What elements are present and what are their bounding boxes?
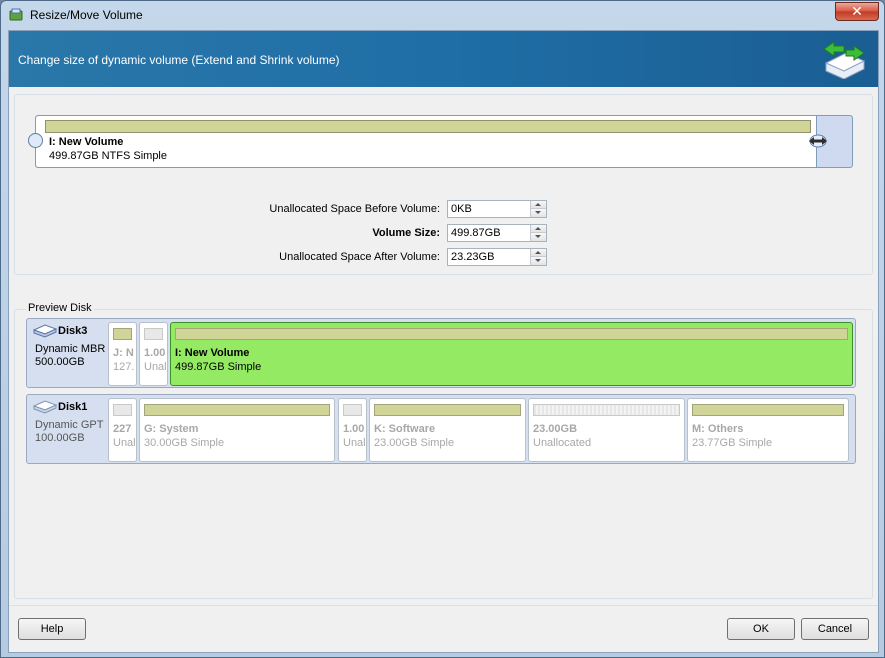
disk-name: Disk3 <box>58 325 88 337</box>
partition-unallocated[interactable]: 1.00 Unal <box>338 398 367 462</box>
partition-info: Unal <box>343 437 366 449</box>
volume-info: 499.87GB NTFS Simple <box>49 150 167 162</box>
volume-size-spin-buttons[interactable] <box>530 225 546 241</box>
volume-size-spinner[interactable] <box>447 224 547 242</box>
partition-info: Unallocated <box>533 437 592 449</box>
spin-down-icon[interactable] <box>531 257 546 265</box>
volume-size-label: Volume Size: <box>372 227 440 239</box>
app-icon <box>9 8 23 21</box>
partition-name: 227 <box>113 423 132 435</box>
partition-usage-bar <box>144 404 330 416</box>
spin-up-icon[interactable] <box>531 201 546 209</box>
partition-k-software[interactable]: K: Software 23.00GB Simple <box>369 398 526 462</box>
after-space-spin-buttons[interactable] <box>530 249 546 265</box>
title-bar[interactable]: Resize/Move Volume ✕ <box>1 1 884 29</box>
volume-size-input[interactable] <box>448 225 530 241</box>
partition-unallocated[interactable]: 23.00GB Unallocated <box>528 398 685 462</box>
volume-name: I: New Volume <box>49 136 124 148</box>
disk-row-disk3[interactable]: Disk3 Dynamic MBR 500.00GB J: N 127. 1.0… <box>26 318 856 388</box>
partition-usage-bar <box>175 328 848 340</box>
partition-name: K: Software <box>374 423 436 435</box>
volume-block[interactable]: I: New Volume 499.87GB NTFS Simple <box>36 116 827 167</box>
partition-info: Unal <box>113 437 136 449</box>
volume-resize-control[interactable]: I: New Volume 499.87GB NTFS Simple <box>28 115 853 168</box>
hard-disk-icon <box>33 324 57 338</box>
partition-i-new-volume[interactable]: I: New Volume 499.87GB Simple <box>170 322 853 386</box>
partition-name: J: N <box>113 347 134 359</box>
window-title: Resize/Move Volume <box>30 8 143 22</box>
resize-move-dialog: Resize/Move Volume ✕ Change size of dyna… <box>0 0 885 658</box>
disk-info: Disk1 Dynamic GPT 100.00GB <box>27 395 107 463</box>
footer-divider <box>9 605 878 606</box>
preview-disk-label: Preview Disk <box>26 302 94 314</box>
resize-arrows-icon <box>823 41 866 79</box>
partition-name: M: Others <box>692 423 744 435</box>
partition-name: 1.00 <box>343 423 365 435</box>
disk-name: Disk1 <box>58 401 88 413</box>
partition-info: 23.00GB Simple <box>374 437 455 449</box>
volume-usage-bar <box>45 120 811 133</box>
partition-g-system[interactable]: G: System 30.00GB Simple <box>139 398 335 462</box>
partition-usage-bar <box>533 404 680 416</box>
partition-usage-bar <box>144 328 163 340</box>
ok-button[interactable]: OK <box>727 618 795 640</box>
before-space-spinner[interactable] <box>447 200 547 218</box>
partition-name: 23.00GB <box>533 423 578 435</box>
partition-unallocated[interactable]: 1.00 Unal <box>139 322 168 386</box>
spin-up-icon[interactable] <box>531 249 546 257</box>
help-button[interactable]: Help <box>18 618 86 640</box>
after-space-input[interactable] <box>448 249 530 265</box>
partition-name: I: New Volume <box>175 347 250 359</box>
disk-size: 100.00GB <box>35 432 85 444</box>
spin-down-icon[interactable] <box>531 209 546 217</box>
partition-usage-bar <box>113 328 132 340</box>
partition-usage-bar <box>113 404 132 416</box>
banner-text: Change size of dynamic volume (Extend an… <box>18 53 340 67</box>
partition-info: Unal <box>144 361 167 373</box>
partition-m-others[interactable]: M: Others 23.77GB Simple <box>687 398 849 462</box>
partition-name: 1.00 <box>144 347 166 359</box>
hard-disk-icon <box>33 400 57 414</box>
spin-up-icon[interactable] <box>531 225 546 233</box>
before-space-label: Unallocated Space Before Volume: <box>269 203 440 215</box>
cancel-button[interactable]: Cancel <box>801 618 869 640</box>
partition-info: 499.87GB Simple <box>175 361 262 373</box>
partition-info: 30.00GB Simple <box>144 437 225 449</box>
disk-size: 500.00GB <box>35 356 85 368</box>
before-space-spin-buttons[interactable] <box>530 201 546 217</box>
partition-usage-bar <box>692 404 844 416</box>
resize-handle-right-icon[interactable] <box>807 134 829 148</box>
partition-usage-bar <box>374 404 521 416</box>
partition-usage-bar <box>343 404 362 416</box>
disk-row-disk1[interactable]: Disk1 Dynamic GPT 100.00GB 227 Unal G: S… <box>26 394 856 464</box>
after-space-spinner[interactable] <box>447 248 547 266</box>
partition-name: G: System <box>144 423 199 435</box>
before-space-input[interactable] <box>448 201 530 217</box>
close-button[interactable]: ✕ <box>835 2 879 21</box>
spin-down-icon[interactable] <box>531 233 546 241</box>
after-space-label: Unallocated Space After Volume: <box>279 251 440 263</box>
partition-unallocated[interactable]: 227 Unal <box>108 398 137 462</box>
partition-info: 23.77GB Simple <box>692 437 773 449</box>
partition-j[interactable]: J: N 127. <box>108 322 137 386</box>
header-banner: Change size of dynamic volume (Extend an… <box>9 31 878 87</box>
partition-info: 127. <box>113 361 135 373</box>
dialog-client-area: Change size of dynamic volume (Extend an… <box>8 30 879 653</box>
disk-type: Dynamic GPT <box>35 419 104 431</box>
disk-info: Disk3 Dynamic MBR 500.00GB <box>27 319 107 387</box>
disk-type: Dynamic MBR <box>35 343 106 355</box>
resize-handle-left-icon[interactable] <box>28 133 43 148</box>
